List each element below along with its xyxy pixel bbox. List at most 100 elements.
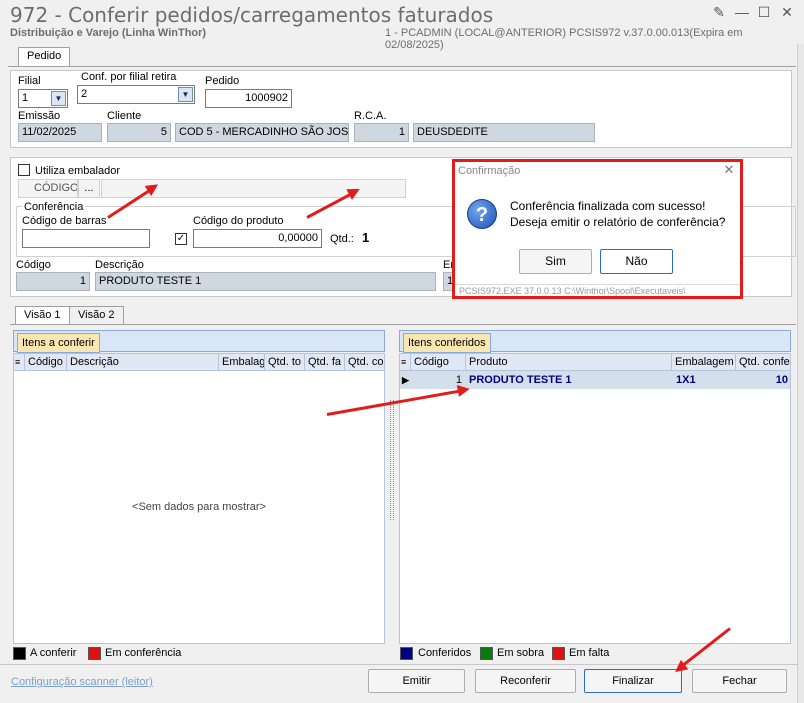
right-col-embalagem[interactable]: Embalagem (671, 354, 735, 370)
question-icon: ? (467, 199, 497, 229)
dialog-footer-divider (455, 284, 740, 285)
embalador-search-button[interactable]: ... (78, 179, 100, 198)
right-grid-body[interactable]: ▶ 1 PRODUTO TESTE 1 1X1 10 (399, 371, 791, 644)
tab-visao-1[interactable]: Visão 1 (15, 306, 70, 325)
legend-em-falta-swatch (552, 647, 565, 660)
cliente-name-field: COD 5 - MERCADINHO SÃO JOSÉ LT (175, 123, 349, 142)
window-title: 972 - Conferir pedidos/carregamentos fat… (10, 3, 494, 27)
legend-em-conferencia-label: Em conferência (105, 647, 182, 659)
tab-visao-2[interactable]: Visão 2 (69, 306, 124, 324)
pedido-input[interactable]: 1000902 (205, 89, 292, 108)
minimize-icon[interactable]: — (733, 3, 751, 21)
descricao-label: Descrição (95, 259, 144, 271)
conf-filial-value: 2 (81, 88, 88, 100)
legend-a-conferir-label: A conferir (30, 647, 77, 659)
column-chooser-icon[interactable]: ≡ (14, 354, 24, 370)
product-code-input[interactable]: 0,00000 (193, 229, 322, 248)
conf-filial-select[interactable]: 2 ▼ (77, 85, 195, 104)
window-subtitle: Distribuição e Varejo (Linha WinThor) (10, 27, 207, 39)
row-embalagem: 1X1 (676, 374, 696, 386)
codigo-label: Código (16, 259, 51, 271)
qtd-label: Qtd.: (330, 233, 354, 245)
right-col-produto[interactable]: Produto (465, 354, 671, 370)
confirmation-dialog: Confirmação ✕ ? Conferência finalizada c… (452, 159, 743, 299)
utiliza-embalador-label: Utiliza embalador (35, 165, 120, 177)
legend-em-sobra-label: Em sobra (497, 647, 545, 659)
cliente-label: Cliente (107, 110, 142, 122)
view-tab-divider (10, 324, 796, 325)
chevron-down-icon[interactable]: ▼ (178, 87, 193, 102)
left-grid-title: Itens a conferir (17, 333, 100, 353)
dialog-message-line1: Conferência finalizada com sucesso! (510, 199, 706, 213)
legend-em-sobra-swatch (480, 647, 493, 660)
left-col-embalagem[interactable]: Embalage (218, 354, 264, 370)
product-code-label: Código do produto (193, 215, 284, 227)
row-codigo: 1 (455, 374, 462, 386)
left-col-descricao[interactable]: Descrição (66, 354, 218, 370)
filial-select[interactable]: 1 ▼ (18, 89, 68, 108)
window-edge-scrollbar[interactable] (797, 44, 804, 703)
filial-value: 1 (22, 92, 29, 104)
filial-label: Filial (18, 75, 41, 87)
legend-em-falta-label: Em falta (569, 647, 610, 659)
row-qtd: 10 (775, 374, 788, 386)
barcode-input[interactable] (22, 229, 150, 248)
close-icon[interactable]: ✕ (720, 162, 738, 180)
right-grid-header: ≡ Código Produto Embalagem Qtd. confe (399, 353, 791, 371)
left-col-qtd-faturada[interactable]: Qtd. fa (304, 354, 344, 370)
dialog-yes-button[interactable]: Sim (519, 249, 592, 274)
descricao-field: PRODUTO TESTE 1 (95, 272, 436, 291)
left-grid-header: ≡ Código Descrição Embalage Qtd. to Qtd.… (13, 353, 385, 371)
codigo-field: 1 (16, 272, 90, 291)
tab-divider (8, 66, 796, 67)
column-chooser-icon[interactable]: ≡ (400, 354, 410, 370)
fechar-button[interactable]: Fechar (692, 669, 787, 693)
legend-conferidos-label: Conferidos (418, 647, 472, 659)
legend-em-conferencia-swatch (88, 647, 101, 660)
rca-code-field: 1 (354, 123, 409, 142)
close-icon[interactable]: ✕ (778, 3, 796, 21)
embalador-code-field[interactable]: CÓDIGO (18, 179, 78, 198)
title-bar: 972 - Conferir pedidos/carregamentos fat… (0, 0, 804, 51)
grid-splitter[interactable] (390, 400, 394, 520)
dialog-footer-text: PCSIS972.EXE 37.0.0.13 C:\Winthor\Spool\… (459, 286, 686, 296)
dialog-message-line2: Deseja emitir o relatório de conferência… (510, 215, 726, 229)
emissao-label: Emissão (18, 110, 61, 122)
product-code-checkbox[interactable]: ✓ (175, 233, 187, 245)
pedido-label: Pedido (205, 75, 240, 87)
right-grid-titlebar: Itens conferidos (399, 330, 791, 353)
chevron-down-icon[interactable]: ▼ (51, 91, 66, 106)
row-indicator-icon: ▶ (402, 375, 409, 385)
rca-label: R.C.A. (354, 110, 387, 122)
left-col-codigo[interactable]: Código (24, 354, 66, 370)
qtd-value: 1 (362, 230, 370, 245)
embalador-code-label: CÓDIGO (34, 182, 78, 194)
dialog-no-button[interactable]: Não (600, 249, 673, 274)
window-info: 1 - PCADMIN (LOCAL@ANTERIOR) PCSIS972 v.… (385, 27, 743, 51)
edit-icon[interactable]: ✎ (710, 3, 728, 21)
right-col-qtd-conferida[interactable]: Qtd. confe (735, 354, 790, 370)
emissao-field: 11/02/2025 (18, 123, 102, 142)
left-grid-titlebar: Itens a conferir (13, 330, 385, 353)
right-col-codigo[interactable]: Código (410, 354, 465, 370)
finalizar-button[interactable]: Finalizar (584, 669, 682, 693)
emitir-button[interactable]: Emitir (368, 669, 465, 693)
rca-name-field: DEUSDEDITE (413, 123, 595, 142)
left-grid-empty-text: <Sem dados para mostrar> (132, 501, 266, 513)
conferencia-group-label: Conferência (22, 201, 86, 213)
right-grid-title: Itens conferidos (403, 333, 491, 353)
scanner-config-link[interactable]: Configuração scanner (leitor) (11, 676, 153, 688)
utiliza-embalador-checkbox[interactable] (18, 164, 30, 176)
dialog-title: Confirmação (458, 165, 521, 177)
barcode-label: Código de barras (22, 215, 107, 227)
left-col-qtd-total[interactable]: Qtd. to (264, 354, 304, 370)
maximize-icon[interactable]: ☐ (755, 3, 773, 21)
left-col-qtd-conferida[interactable]: Qtd. co (344, 354, 384, 370)
tab-pedido[interactable]: Pedido (18, 47, 71, 67)
legend-a-conferir-swatch (13, 647, 26, 660)
conf-filial-label: Conf. por filial retira (81, 71, 177, 83)
legend-conferidos-swatch (400, 647, 413, 660)
reconferir-button[interactable]: Reconferir (475, 669, 576, 693)
cliente-code-field: 5 (107, 123, 171, 142)
row-produto: PRODUTO TESTE 1 (469, 374, 572, 386)
